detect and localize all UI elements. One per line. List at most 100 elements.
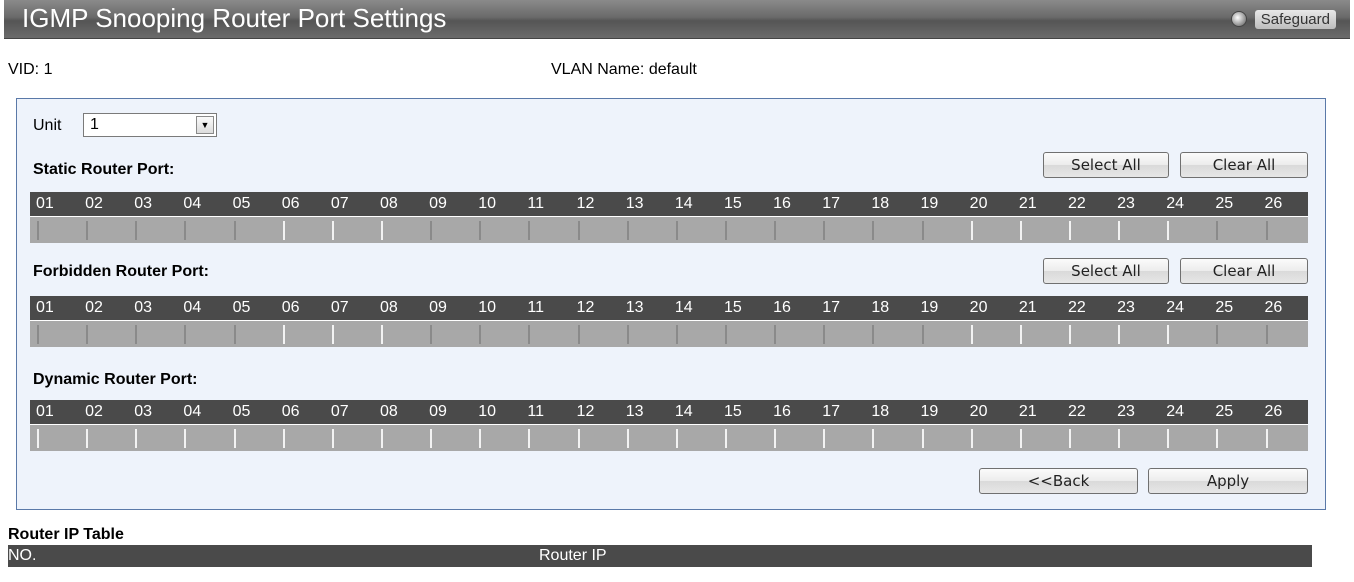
back-button[interactable]: <<Back — [979, 468, 1138, 494]
port-cell-02 — [79, 321, 128, 347]
port-number-08: 08 — [379, 403, 398, 420]
unit-label: Unit — [33, 117, 62, 134]
port-cell-03 — [128, 217, 177, 243]
router-port-panel: Unit 1 ▼ Static Router Port: Select All … — [16, 98, 1326, 510]
port-checkbox-19[interactable] — [921, 325, 924, 344]
port-cell-07 — [325, 321, 374, 347]
port-cell-17 — [816, 321, 865, 347]
static-clear-all-button[interactable]: Clear All — [1180, 152, 1308, 178]
port-checkbox-03[interactable] — [135, 221, 138, 240]
forbidden-clear-all-button[interactable]: Clear All — [1180, 258, 1308, 284]
port-checkbox-26[interactable] — [1265, 325, 1268, 344]
port-number-07: 07 — [330, 195, 349, 212]
port-checkbox-09[interactable] — [430, 325, 433, 344]
port-number-18: 18 — [871, 195, 890, 212]
port-checkbox-13 — [626, 429, 629, 448]
chevron-down-icon[interactable]: ▼ — [196, 116, 214, 134]
port-checkbox-21 — [1019, 429, 1022, 448]
port-checkbox-11[interactable] — [528, 325, 531, 344]
forbidden-select-all-button[interactable]: Select All — [1043, 258, 1169, 284]
port-checkbox-25[interactable] — [1216, 221, 1219, 240]
port-cell-07 — [325, 425, 374, 451]
port-cell-19 — [915, 321, 964, 347]
port-checkbox-11 — [528, 429, 531, 448]
port-cell-11 — [521, 217, 570, 243]
port-checkbox-01[interactable] — [37, 221, 39, 240]
port-checkbox-08 — [380, 221, 383, 240]
port-cell-03 — [128, 425, 177, 451]
port-checkbox-09[interactable] — [430, 221, 433, 240]
port-number-08: 08 — [379, 299, 398, 316]
port-number-row: 01 02 03 04 05 06 07 08 09 10 11 12 13 14 15 16 17 18 19 20… — [30, 296, 1308, 320]
port-number-14: 14 — [674, 403, 693, 420]
port-checkbox-row — [30, 424, 1308, 451]
port-checkbox-04[interactable] — [184, 325, 187, 344]
port-checkbox-15[interactable] — [724, 221, 727, 240]
port-checkbox-11[interactable] — [528, 221, 531, 240]
static-router-port-label: Static Router Port: — [33, 161, 175, 178]
static-select-all-button[interactable]: Select All — [1043, 152, 1169, 178]
port-number-14: 14 — [674, 195, 693, 212]
port-cell-01 — [30, 321, 79, 347]
apply-button[interactable]: Apply — [1148, 468, 1308, 494]
port-number-17: 17 — [822, 299, 841, 316]
port-checkbox-26[interactable] — [1265, 221, 1268, 240]
port-checkbox-14[interactable] — [675, 221, 678, 240]
port-checkbox-10[interactable] — [479, 325, 482, 344]
port-checkbox-04[interactable] — [184, 221, 187, 240]
port-number-04: 04 — [183, 299, 202, 316]
port-checkbox-19[interactable] — [921, 221, 924, 240]
unit-select[interactable]: 1 ▼ — [83, 113, 217, 137]
port-cell-07 — [325, 217, 374, 243]
port-number-09: 09 — [429, 195, 447, 212]
port-number-16: 16 — [773, 403, 791, 420]
port-cell-18 — [865, 217, 914, 243]
port-cell-24 — [1160, 425, 1209, 451]
port-cell-16 — [767, 321, 816, 347]
port-checkbox-16[interactable] — [774, 325, 777, 344]
port-number-06: 06 — [281, 299, 300, 316]
port-checkbox-03[interactable] — [135, 325, 138, 344]
port-checkbox-10[interactable] — [479, 221, 482, 240]
port-cell-17 — [816, 425, 865, 451]
port-checkbox-01[interactable] — [37, 325, 39, 344]
safeguard-indicator[interactable]: Safeguard — [1230, 8, 1336, 30]
port-checkbox-21 — [1019, 325, 1022, 344]
port-number-01: 01 — [36, 403, 54, 420]
port-number-25: 25 — [1215, 195, 1234, 212]
port-checkbox-17[interactable] — [823, 221, 826, 240]
port-checkbox-23 — [1118, 429, 1121, 448]
port-checkbox-16[interactable] — [774, 221, 777, 240]
port-number-26: 26 — [1264, 299, 1283, 316]
port-checkbox-19 — [921, 429, 924, 448]
port-checkbox-02[interactable] — [86, 325, 89, 344]
port-checkbox-18[interactable] — [872, 221, 875, 240]
port-checkbox-18[interactable] — [872, 325, 875, 344]
port-checkbox-15[interactable] — [724, 325, 727, 344]
port-checkbox-13[interactable] — [626, 221, 629, 240]
port-checkbox-23 — [1118, 325, 1121, 344]
port-checkbox-12[interactable] — [577, 221, 580, 240]
port-cell-13 — [620, 217, 669, 243]
port-checkbox-14[interactable] — [675, 325, 678, 344]
port-checkbox-13[interactable] — [626, 325, 629, 344]
port-checkbox-25[interactable] — [1216, 325, 1219, 344]
port-checkbox-12[interactable] — [577, 325, 580, 344]
port-number-20: 20 — [969, 195, 988, 212]
port-checkbox-08 — [380, 325, 383, 344]
page-title: IGMP Snooping Router Port Settings — [22, 3, 447, 33]
port-cell-17 — [816, 217, 865, 243]
port-checkbox-16 — [774, 429, 777, 448]
port-checkbox-07 — [331, 221, 334, 240]
port-cell-12 — [571, 425, 620, 451]
port-checkbox-02[interactable] — [86, 221, 89, 240]
port-cell-02 — [79, 425, 128, 451]
port-number-26: 26 — [1264, 195, 1283, 212]
port-number-22: 22 — [1067, 403, 1086, 420]
port-checkbox-05[interactable] — [233, 221, 236, 240]
port-cell-20 — [964, 217, 1013, 243]
port-cell-01 — [30, 425, 79, 451]
port-checkbox-17[interactable] — [823, 325, 826, 344]
port-checkbox-05[interactable] — [233, 325, 236, 344]
port-checkbox-08 — [380, 429, 383, 448]
